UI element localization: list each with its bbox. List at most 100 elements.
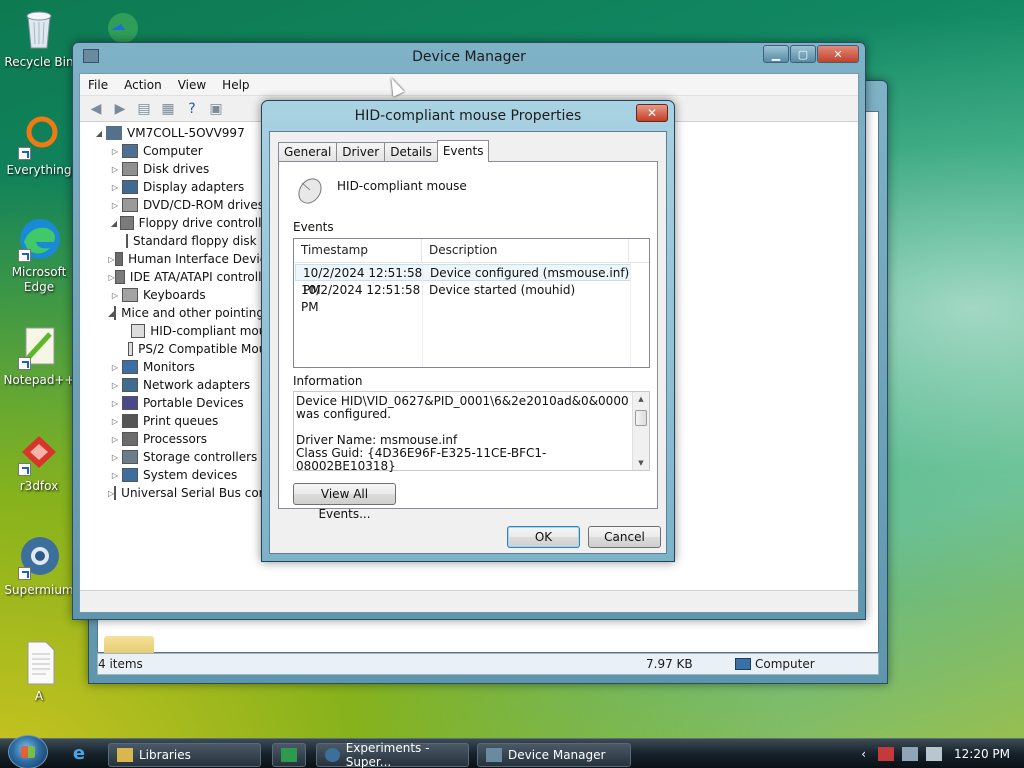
tree-item[interactable]: HID-compliant mouse [92, 322, 280, 340]
device-category-icon [119, 216, 134, 230]
expand-arrow-icon[interactable]: ▷ [108, 273, 115, 282]
clock[interactable]: 12:20 PM [954, 747, 1010, 761]
tree-item[interactable]: ▷ DVD/CD-ROM drives [92, 196, 280, 214]
expand-arrow-icon[interactable]: ▷ [108, 453, 122, 462]
tree-item[interactable]: ▷ Disk drives [92, 160, 280, 178]
forward-arrow-icon[interactable]: ▶ [110, 100, 130, 118]
expand-arrow-icon[interactable]: ▷ [108, 291, 122, 300]
taskbar-item-libraries[interactable]: Libraries [108, 743, 261, 767]
tab-events[interactable]: Events [436, 140, 490, 162]
tree-item[interactable]: ▷ Keyboards [92, 286, 280, 304]
dialog-titlebar[interactable]: HID-compliant mouse Properties [262, 101, 674, 131]
tree-item[interactable]: ▷ Processors [92, 430, 280, 448]
tree-root[interactable]: ◢ VM7COLL-5OVV997 [92, 124, 280, 142]
tree-item[interactable]: ▷ Storage controllers [92, 448, 280, 466]
properties-dialog[interactable]: HID-compliant mouse Properties ✕ General… [261, 100, 675, 562]
maximize-button[interactable]: ▢ [790, 45, 816, 63]
internet-explorer-icon[interactable]: e [68, 743, 90, 765]
tree-item[interactable]: ◢ Floppy drive controllers [92, 214, 280, 232]
tree-item[interactable]: Standard floppy disk controller [92, 232, 318, 250]
desktop-icon-recycle-bin[interactable]: Recycle Bin [1, 6, 77, 70]
tab-driver[interactable]: Driver [336, 142, 386, 162]
help-icon[interactable]: ? [182, 100, 202, 118]
tree-item[interactable]: ▷ Universal Serial Bus controllers [92, 484, 308, 502]
info-line: Device HID\VID_0627&PID_0001\6&2e2010ad&… [296, 394, 629, 421]
collapse-arrow-icon[interactable]: ◢ [92, 129, 106, 138]
network-icon[interactable] [902, 747, 918, 761]
scroll-up-icon[interactable]: ▲ [633, 392, 649, 406]
taskbar-item-experiments[interactable]: Experiments - Super... [316, 741, 469, 768]
desktop-icon-r3dfox[interactable]: r3dfox [1, 430, 77, 494]
tree-item[interactable]: ▷ Monitors [92, 358, 280, 376]
event-timestamp: 10/2/2024 12:51:58 PM [303, 266, 423, 297]
column-timestamp[interactable]: Timestamp [294, 239, 422, 262]
tree-item[interactable]: ▷ Print queues [92, 412, 280, 430]
information-text[interactable]: Device HID\VID_0627&PID_0001\6&2e2010ad&… [293, 391, 650, 473]
menu-action[interactable]: Action [116, 78, 170, 92]
expand-arrow-icon[interactable]: ▷ [108, 363, 122, 372]
expand-arrow-icon[interactable]: ▷ [108, 183, 122, 192]
tree-root-label: VM7COLL-5OVV997 [127, 126, 245, 140]
expand-arrow-icon[interactable]: ▷ [108, 417, 122, 426]
scroll-down-icon[interactable]: ▼ [633, 456, 649, 470]
tree-item-label: Network adapters [143, 378, 251, 392]
collapse-arrow-icon[interactable]: ◢ [108, 219, 120, 228]
info-scrollbar[interactable]: ▲ ▼ [632, 392, 649, 470]
tray-expand-icon[interactable]: ‹ [861, 747, 866, 761]
device-category-icon [126, 234, 128, 248]
events-list[interactable]: Timestamp Description 10/2/2024 12:51:58… [293, 238, 650, 368]
tree-item[interactable]: ▷ Display adapters [92, 178, 280, 196]
desktop-icon-notepadpp[interactable]: Notepad++ [1, 324, 77, 388]
tree-item[interactable]: ▷ IDE ATA/ATAPI controllers [92, 268, 280, 286]
tree-item[interactable]: ▷ Portable Devices [92, 394, 280, 412]
properties-icon[interactable]: ▦ [158, 100, 178, 118]
taskbar-item-app[interactable] [272, 743, 306, 767]
desktop-icon-supermium[interactable]: Supermium [1, 534, 77, 598]
event-row[interactable]: 10/2/2024 12:51:58 PM Device started (mo… [294, 282, 649, 314]
event-row[interactable]: 10/2/2024 12:51:58 PM Device configured … [295, 264, 631, 297]
device-manager-titlebar[interactable]: Device Manager [73, 43, 865, 71]
update-driver-icon[interactable]: ▣ [206, 100, 226, 118]
scroll-thumb[interactable] [635, 410, 647, 426]
expand-arrow-icon[interactable]: ▷ [108, 435, 122, 444]
ok-button[interactable]: OK [507, 526, 580, 548]
taskbar-item-device-manager[interactable]: Device Manager [477, 743, 631, 767]
expand-arrow-icon[interactable]: ▷ [108, 201, 122, 210]
dialog-close-button[interactable]: ✕ [636, 104, 668, 122]
expand-arrow-icon[interactable]: ▷ [108, 471, 122, 480]
volume-muted-icon[interactable] [926, 747, 942, 761]
view-all-events-button[interactable]: View All Events... [293, 483, 396, 521]
dialog-body: General Driver Details Events HID-compli… [269, 131, 667, 554]
column-description[interactable]: Description [422, 239, 629, 262]
desktop-icon-edge[interactable]: Microsoft Edge [1, 216, 77, 295]
expand-arrow-icon[interactable]: ▷ [108, 147, 122, 156]
expand-arrow-icon[interactable]: ▷ [108, 381, 122, 390]
expand-arrow-icon[interactable]: ▷ [108, 165, 122, 174]
menu-help[interactable]: Help [214, 78, 257, 92]
menu-view[interactable]: View [170, 78, 214, 92]
tree-item-label: Display adapters [143, 180, 245, 194]
start-button[interactable] [8, 734, 48, 768]
tree-item[interactable]: PS/2 Compatible Mouse [92, 340, 280, 358]
tree-item[interactable]: ◢ Mice and other pointing devices [92, 304, 313, 322]
close-button[interactable]: ✕ [817, 45, 859, 63]
desktop-icon-everything[interactable]: Everything [1, 114, 77, 178]
action-center-icon[interactable] [878, 747, 894, 761]
expand-arrow-icon[interactable]: ▷ [108, 399, 122, 408]
minimize-button[interactable]: ▁ [763, 45, 789, 63]
tree-item-label: Portable Devices [143, 396, 244, 410]
tab-general[interactable]: General [278, 142, 338, 162]
menu-file[interactable]: File [80, 78, 116, 92]
tree-item[interactable]: ▷ Network adapters [92, 376, 280, 394]
event-description: Device configured (msmouse.inf) [430, 266, 630, 280]
desktop-icon-label: Everything [6, 163, 72, 177]
events-label: Events [293, 220, 334, 234]
cancel-button[interactable]: Cancel [588, 526, 661, 548]
tree-item[interactable]: ▷ Human Interface Devices [92, 250, 280, 268]
show-hide-tree-icon[interactable]: ▤ [134, 100, 154, 118]
desktop-icon-text-file[interactable]: A [1, 640, 77, 704]
tree-item[interactable]: ▷ System devices [92, 466, 280, 484]
tab-details[interactable]: Details [384, 142, 438, 162]
tree-item[interactable]: ▷ Computer [92, 142, 280, 160]
back-arrow-icon[interactable]: ◀ [86, 100, 106, 118]
